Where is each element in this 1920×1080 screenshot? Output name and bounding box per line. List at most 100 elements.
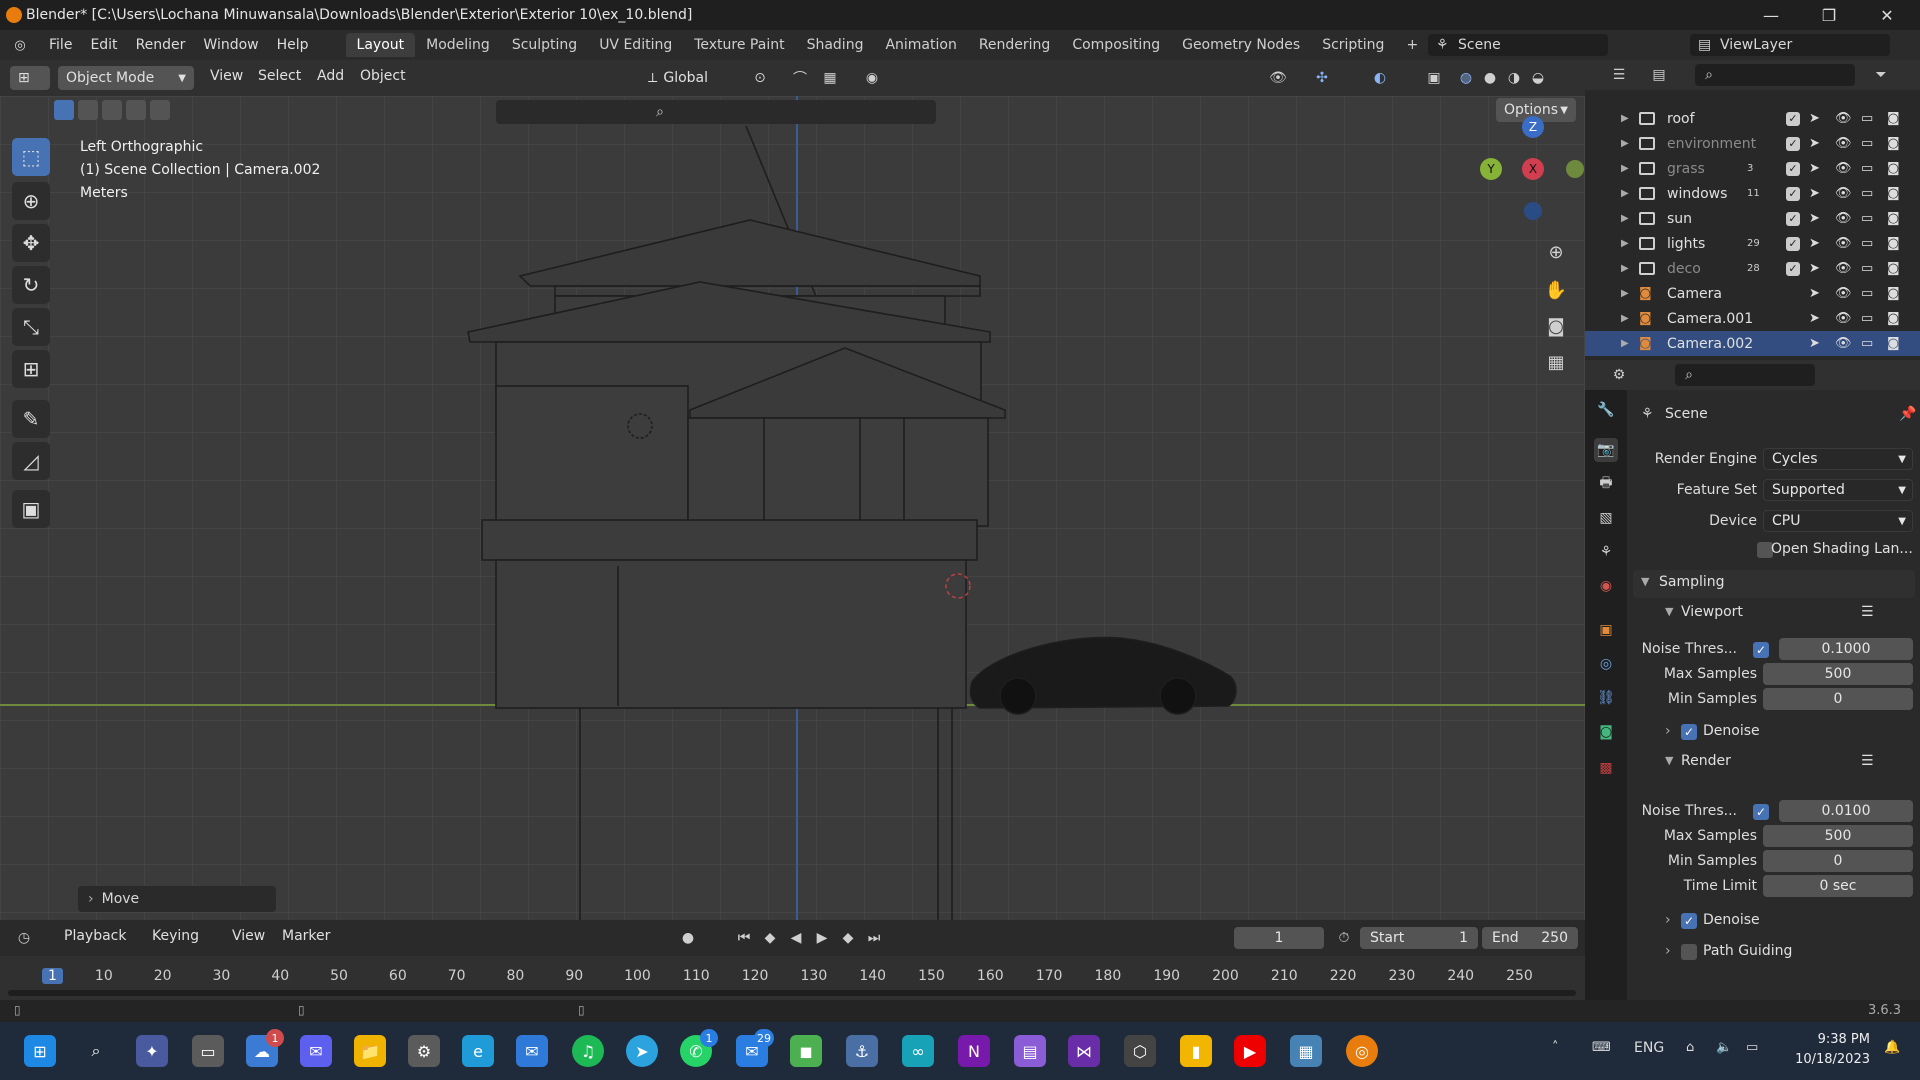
arduino-icon[interactable]: ∞ <box>902 1035 934 1067</box>
expand-arrow-icon[interactable]: ▶ <box>1621 113 1629 124</box>
telegram-app-icon[interactable]: ➤ <box>626 1035 658 1067</box>
navigation-gizmo[interactable]: Z Y X <box>1480 116 1585 226</box>
messenger-icon[interactable]: ✉ 29 <box>736 1029 774 1067</box>
outliner-row[interactable]: ▶ environment ✓ ➤ 👁 ▭ ◙ <box>1585 131 1920 156</box>
unity-icon[interactable]: ⬡ <box>1124 1035 1156 1067</box>
transform-orientation-dropdown[interactable]: ⟂ Global <box>640 66 734 90</box>
render-camera-icon[interactable]: ◙ <box>1887 186 1900 201</box>
ortho-toggle-icon[interactable]: ▦ <box>1546 352 1566 373</box>
whatsapp-icon[interactable]: ✆ 1 <box>680 1029 718 1067</box>
viewport-disable-icon[interactable]: ▭ <box>1861 261 1873 276</box>
outliner-row[interactable]: ▶ sun ✓ ➤ 👁 ▭ ◙ <box>1585 206 1920 231</box>
expand-arrow-icon[interactable]: ▶ <box>1621 288 1629 299</box>
outliner-row[interactable]: ▶ ◙ Camera.002 ➤ 👁 ▭ ◙ <box>1585 331 1920 356</box>
tab-sculpting[interactable]: Sculpting <box>501 33 588 57</box>
view-layer-tab-icon[interactable]: ▧ <box>1594 506 1618 530</box>
battery-icon[interactable]: ▭ <box>1746 1040 1758 1055</box>
menu-select[interactable]: Select <box>258 68 301 84</box>
language-indicator[interactable]: ENG <box>1634 1040 1664 1056</box>
copilot-icon[interactable]: ✦ <box>136 1035 168 1067</box>
volume-icon[interactable]: 🔈 <box>1716 1040 1732 1055</box>
r-noise-field[interactable]: 0.0100 <box>1779 800 1913 822</box>
selectable-icon[interactable]: ➤ <box>1809 211 1820 226</box>
start-menu-icon[interactable]: ⊞ <box>24 1035 56 1067</box>
properties-search[interactable]: ⌕ <box>1675 364 1815 386</box>
chevron-right-icon[interactable]: › <box>1665 723 1671 739</box>
outliner-row[interactable]: ▶ roof ✓ ➤ 👁 ▭ ◙ <box>1585 106 1920 131</box>
gizmo-neg-y[interactable] <box>1566 160 1584 178</box>
settings-icon[interactable]: ⚙ <box>408 1035 440 1067</box>
record-icon[interactable]: ● <box>678 928 698 948</box>
gizmo-z[interactable]: Z <box>1522 116 1544 138</box>
jump-start-icon[interactable]: ⏮ <box>734 928 754 948</box>
vp-max-samples-field[interactable]: 500 <box>1763 663 1913 685</box>
tab-layout[interactable]: Layout <box>345 33 416 57</box>
menu-playback[interactable]: Playback <box>64 928 126 944</box>
viewport-disable-icon[interactable]: ▭ <box>1861 311 1873 326</box>
selectable-icon[interactable]: ➤ <box>1809 161 1820 176</box>
r-min-samples-field[interactable]: 0 <box>1763 850 1913 872</box>
feature-set-dropdown[interactable]: Supported ▼ <box>1763 479 1913 501</box>
viewport-disable-icon[interactable]: ▭ <box>1861 236 1873 251</box>
viewport-disable-icon[interactable]: ▭ <box>1861 111 1873 126</box>
menu-window[interactable]: Window <box>194 37 267 53</box>
keyboard-icon[interactable]: ⌨ <box>1592 1040 1611 1055</box>
display-mode-icon[interactable]: ☰ <box>1609 65 1629 85</box>
expand-arrow-icon[interactable]: ▶ <box>1621 213 1629 224</box>
eye-icon[interactable]: 👁 <box>1835 136 1852 151</box>
selectable-icon[interactable]: ➤ <box>1809 311 1820 326</box>
next-keyframe-icon[interactable]: ◆ <box>838 928 858 948</box>
last-operator-panel[interactable]: › Move <box>78 886 276 912</box>
pivot-icon[interactable]: ⊙ <box>750 68 770 88</box>
scene-tab-icon[interactable]: ⚘ <box>1594 540 1618 564</box>
menu-view[interactable]: View <box>232 928 265 944</box>
output-tab-icon[interactable]: 🖶 <box>1594 472 1618 496</box>
render-camera-icon[interactable]: ◙ <box>1887 311 1900 326</box>
visibility-icon[interactable]: 👁 <box>1268 68 1288 88</box>
render-camera-icon[interactable]: ◙ <box>1887 336 1900 351</box>
search-icon[interactable]: ⌕ <box>80 1035 112 1067</box>
viewlayer-selector[interactable]: ▤ ViewLayer <box>1690 34 1890 56</box>
selectable-icon[interactable]: ➤ <box>1809 136 1820 151</box>
viewport-disable-icon[interactable]: ▭ <box>1861 336 1873 351</box>
maximize-button[interactable]: ❐ <box>1806 0 1852 30</box>
r-noise-checkbox[interactable]: ✓ <box>1753 804 1769 820</box>
file-explorer-icon[interactable]: 📁 <box>354 1035 386 1067</box>
editor-type-icon[interactable]: ◷ <box>14 928 34 948</box>
snap-target-icon[interactable]: ▦ <box>820 68 840 88</box>
outliner[interactable]: ☰ ▤ ⌕ ⏷ ▶ roof ✓ ➤ 👁 ▭ ◙ ▶ environment ✓ ➤ 👁 ▭ ◙ ▶ gras… <box>1585 60 1920 360</box>
menu-render[interactable]: Render <box>127 37 195 53</box>
world-tab-icon[interactable]: ◉ <box>1594 574 1618 598</box>
tab-rendering[interactable]: Rendering <box>968 33 1062 57</box>
object-mode-dropdown[interactable]: Object Mode ▼ <box>58 66 194 90</box>
menu-help[interactable]: Help <box>268 37 318 53</box>
selectable-icon[interactable]: ➤ <box>1809 336 1820 351</box>
play-icon[interactable]: ▶ <box>812 928 832 948</box>
wireframe-shading-icon[interactable]: ◍ <box>1456 68 1476 88</box>
tab-shading[interactable]: Shading <box>796 33 875 57</box>
add-workspace-button[interactable]: + <box>1395 33 1429 57</box>
tab-texture-paint[interactable]: Texture Paint <box>683 33 795 57</box>
filter-icon[interactable]: ⏷ <box>1871 65 1891 85</box>
rendered-shading-icon[interactable]: ◒ <box>1528 68 1548 88</box>
app-green-icon[interactable]: ◼ <box>790 1035 822 1067</box>
material-shading-icon[interactable]: ◑ <box>1504 68 1524 88</box>
object-tab-icon[interactable]: ▣ <box>1594 618 1618 642</box>
proportional-edit-icon[interactable]: ◉ <box>862 68 882 88</box>
outliner-row[interactable]: ▶ ◙ Camera.001 ➤ 👁 ▭ ◙ <box>1585 306 1920 331</box>
viewport-disable-icon[interactable]: ▭ <box>1861 161 1873 176</box>
edge-icon[interactable]: e <box>462 1035 494 1067</box>
tab-scripting[interactable]: Scripting <box>1311 33 1395 57</box>
expand-arrow-icon[interactable]: ▶ <box>1621 263 1629 274</box>
minimize-button[interactable]: — <box>1748 0 1794 30</box>
tool-tab-icon[interactable]: 🔧 <box>1594 398 1618 422</box>
selectable-icon[interactable]: ➤ <box>1809 111 1820 126</box>
view-filter-icon[interactable]: ▤ <box>1649 65 1669 85</box>
r-max-samples-field[interactable]: 500 <box>1763 825 1913 847</box>
exclude-checkbox[interactable]: ✓ <box>1786 236 1800 251</box>
tab-uv-editing[interactable]: UV Editing <box>588 33 683 57</box>
viewport-disable-icon[interactable]: ▭ <box>1861 286 1873 301</box>
outliner-row[interactable]: ▶ windows 11 ✓ ➤ 👁 ▭ ◙ <box>1585 181 1920 206</box>
chevron-right-icon[interactable]: › <box>1665 912 1671 928</box>
tab-modeling[interactable]: Modeling <box>415 33 501 57</box>
